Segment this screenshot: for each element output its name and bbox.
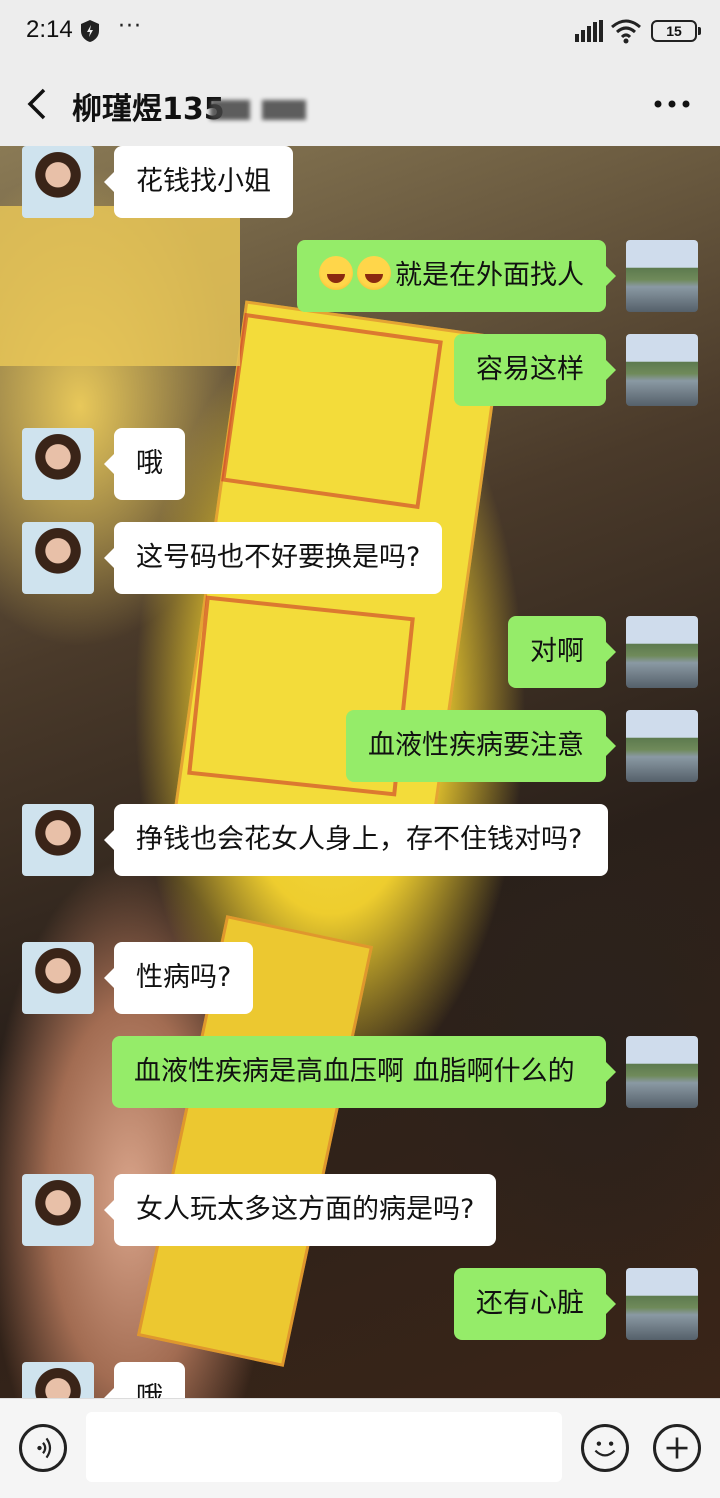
my-avatar[interactable] xyxy=(626,1268,698,1340)
message-bubble[interactable]: 血液性疾病要注意 xyxy=(346,710,616,782)
message-row-right: 血液性疾病是高血压啊 血脂啊什么的 xyxy=(112,1036,698,1108)
contact-avatar[interactable] xyxy=(22,804,94,876)
signal-icon xyxy=(575,20,603,42)
my-avatar[interactable] xyxy=(626,616,698,688)
message-bubble[interactable]: 女人玩太多这方面的病是吗? xyxy=(103,1174,497,1246)
battery-indicator: 15 xyxy=(651,20,701,42)
status-bar: 2:14 ··· 15 xyxy=(0,0,720,64)
my-avatar[interactable] xyxy=(626,710,698,782)
redaction-block xyxy=(262,100,306,120)
my-avatar[interactable] xyxy=(626,1036,698,1108)
message-bubble[interactable]: 这号码也不好要换是吗? xyxy=(103,522,443,594)
message-row-left: 哦 xyxy=(22,428,185,500)
emoji-icon[interactable] xyxy=(581,1424,629,1472)
laughing-crying-emoji-icon xyxy=(357,256,391,290)
wifi-icon xyxy=(611,19,641,44)
plus-icon[interactable] xyxy=(653,1424,701,1472)
message-row-left: 哦 xyxy=(22,1362,185,1398)
message-bubble[interactable]: 花钱找小姐 xyxy=(104,146,293,218)
contact-avatar[interactable] xyxy=(22,146,94,218)
message-bubble[interactable]: 哦 xyxy=(104,1362,185,1398)
message-row-left: 性病吗? xyxy=(22,942,254,1014)
message-row-left: 这号码也不好要换是吗? xyxy=(22,522,443,594)
voice-input-icon[interactable] xyxy=(19,1424,67,1472)
contact-avatar[interactable] xyxy=(22,1174,94,1246)
message-bubble[interactable]: 就是在外面找人 xyxy=(297,240,616,312)
message-row-right: 对啊 xyxy=(508,616,698,688)
contact-avatar[interactable] xyxy=(22,428,94,500)
message-input[interactable] xyxy=(86,1412,562,1482)
chat-title: 柳瑾煜135 xyxy=(72,92,225,127)
message-row-left: 女人玩太多这方面的病是吗? xyxy=(22,1174,497,1246)
message-row-right: 血液性疾病要注意 xyxy=(346,710,698,782)
back-arrow-icon[interactable] xyxy=(18,84,58,124)
status-time: 2:14 xyxy=(26,16,73,43)
message-bubble[interactable]: 哦 xyxy=(104,428,185,500)
chat-background: 花钱找小姐 就是在外面找人 容易这样 哦 这号码也不好要换是吗? 对啊 血液性疾… xyxy=(0,146,720,1398)
background-stamp xyxy=(221,312,443,510)
message-row-right: 还有心脏 xyxy=(454,1268,698,1340)
message-bubble[interactable]: 挣钱也会花女人身上，存不住钱对吗? xyxy=(104,804,608,876)
message-row-left: 挣钱也会花女人身上，存不住钱对吗? xyxy=(22,804,608,876)
redaction-block xyxy=(210,100,250,120)
my-avatar[interactable] xyxy=(626,240,698,312)
message-bubble[interactable]: 容易这样 xyxy=(454,334,616,406)
message-row-right: 就是在外面找人 xyxy=(297,240,698,312)
laughing-crying-emoji-icon xyxy=(319,256,353,290)
more-options-icon[interactable] xyxy=(650,84,694,124)
background-talisman xyxy=(0,206,240,366)
contact-avatar[interactable] xyxy=(22,942,94,1014)
message-bubble[interactable]: 对啊 xyxy=(508,616,616,688)
my-avatar[interactable] xyxy=(626,334,698,406)
message-row-right: 容易这样 xyxy=(454,334,698,406)
notification-dots-icon: ··· xyxy=(118,14,142,39)
message-bubble[interactable]: 血液性疾病是高血压啊 血脂啊什么的 xyxy=(112,1036,616,1108)
message-text: 就是在外面找人 xyxy=(395,260,584,291)
chat-header: 柳瑾煜135 xyxy=(0,64,720,146)
contact-avatar[interactable] xyxy=(22,1362,94,1398)
message-row-left: 花钱找小姐 xyxy=(22,146,293,218)
message-bubble[interactable]: 还有心脏 xyxy=(454,1268,616,1340)
input-bar xyxy=(0,1398,720,1498)
shield-icon xyxy=(81,20,99,42)
contact-avatar[interactable] xyxy=(22,522,94,594)
message-bubble[interactable]: 性病吗? xyxy=(103,942,254,1014)
